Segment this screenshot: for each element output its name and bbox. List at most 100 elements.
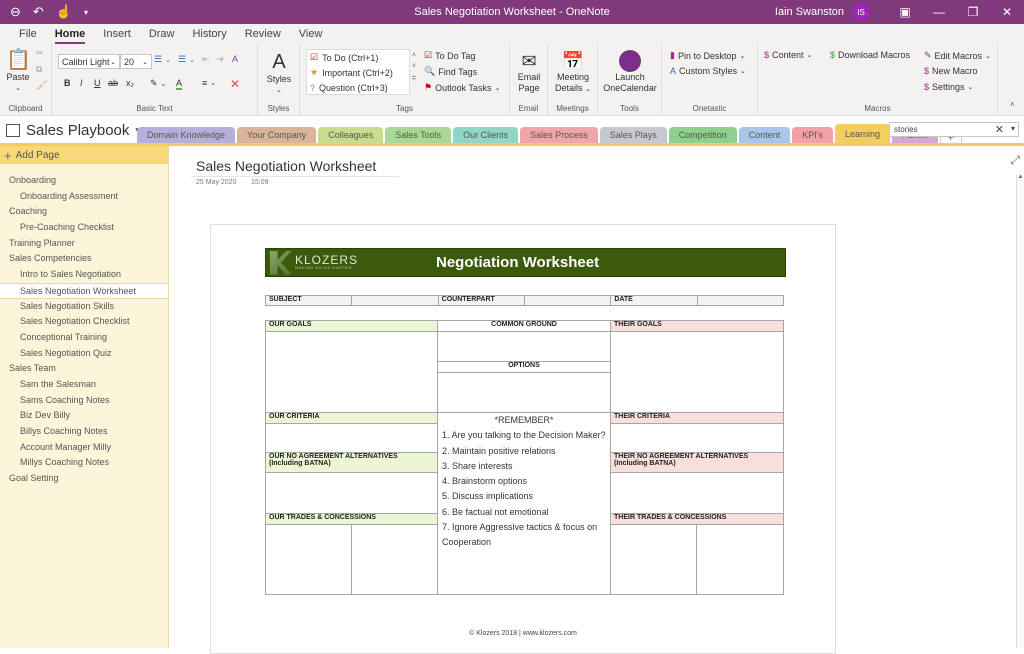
their-criteria-header: THEIR CRITERIA — [610, 412, 784, 424]
menu-insert[interactable]: Insert — [94, 24, 140, 44]
decrease-indent-icon[interactable]: ⇤ — [202, 54, 210, 65]
find-tags-button[interactable]: 🔍 Find Tags — [424, 66, 477, 77]
clear-search-icon[interactable]: ✕ — [995, 123, 1004, 136]
their-goals-header: THEIR GOALS — [610, 320, 784, 332]
underline-button[interactable]: U — [94, 78, 101, 88]
font-size-select[interactable]: 20 ⌄ — [120, 54, 152, 69]
subpage-item[interactable]: Pre-Coaching Checklist — [0, 220, 168, 236]
page-item[interactable]: Training Planner — [0, 236, 168, 252]
touch-mode-icon[interactable]: ☝ — [56, 4, 72, 20]
maximize-button[interactable]: ❐ — [956, 5, 990, 19]
subpage-item[interactable]: Onboarding Assessment — [0, 189, 168, 205]
subpage-item[interactable]: Sales Negotiation Worksheet — [0, 282, 168, 299]
subpage-item[interactable]: Sales Negotiation Quiz — [0, 346, 168, 362]
search-scope-icon[interactable]: ▾ — [1011, 124, 1015, 133]
customize-qat-icon[interactable]: ▾ — [84, 8, 88, 17]
minimize-button[interactable]: — — [922, 5, 956, 19]
font-color-icon[interactable]: A — [176, 78, 183, 90]
new-macro-button[interactable]: $ New Macro — [924, 66, 978, 76]
gallery-scroll[interactable]: ˄ ˅ ≑ — [411, 52, 417, 82]
menu-history[interactable]: History — [183, 24, 235, 44]
full-page-view-icon[interactable]: ⤢ — [1010, 153, 1020, 168]
tag-todo[interactable]: ☑ To Do (Ctrl+1) — [307, 50, 409, 65]
align-icon[interactable]: ≡ ⌄ — [202, 78, 216, 88]
page-item[interactable]: Onboarding — [0, 173, 168, 189]
increase-indent-icon[interactable]: ⇥ — [216, 54, 224, 65]
page-time: 15:09 — [251, 179, 269, 186]
section-tab[interactable]: Competition — [668, 127, 737, 144]
italic-button[interactable]: I — [80, 78, 83, 88]
section-tab[interactable]: Sales Plays — [599, 127, 667, 144]
page-item[interactable]: Goal Setting — [0, 471, 168, 487]
settings-button[interactable]: $ Settings ⌄ — [924, 82, 973, 92]
subpage-item[interactable]: Sales Negotiation Skills — [0, 299, 168, 315]
clear-formatting-icon[interactable]: A — [232, 54, 238, 64]
page-item[interactable]: Sales Team — [0, 361, 168, 377]
paste-button[interactable]: 📋 Paste ⌄ — [6, 48, 31, 94]
subpage-item[interactable]: Sam the Salesman — [0, 377, 168, 393]
subscript-button[interactable]: x₂ — [126, 78, 134, 88]
vertical-scrollbar[interactable]: ▲ — [1016, 174, 1024, 648]
subpage-item[interactable]: Biz Dev Billy — [0, 408, 168, 424]
font-name-select[interactable]: Calibri Light ⌄ — [58, 54, 120, 69]
section-tab[interactable]: Sales Tools — [385, 127, 452, 144]
pin-to-desktop-button[interactable]: ▮ Pin to Desktop ⌄ — [670, 50, 745, 61]
section-tab[interactable]: Sales Process — [520, 127, 598, 144]
clear-icon[interactable]: ✕ — [230, 77, 240, 91]
section-tab[interactable]: KPI's — [792, 127, 834, 144]
section-tab[interactable]: Your Company — [237, 127, 317, 144]
subpage-item[interactable]: Millys Coaching Notes — [0, 455, 168, 471]
subpage-item[interactable]: Intro to Sales Negotiation — [0, 267, 168, 283]
menu-file[interactable]: File — [10, 24, 46, 44]
ribbon-display-icon[interactable]: ▣ — [888, 5, 922, 19]
close-button[interactable]: ✕ — [990, 5, 1024, 19]
bullets-icon[interactable]: ☰ ⌄ — [154, 54, 171, 65]
edit-macros-button[interactable]: ✎ Edit Macros ⌄ — [924, 50, 991, 61]
search-input[interactable]: stories ✕ ▾ — [889, 122, 1019, 137]
styles-button[interactable]: A Styles ⌄ — [264, 50, 294, 96]
section-tab[interactable]: Domain Knowledge — [137, 127, 236, 144]
copy-icon[interactable]: ⧉ — [36, 64, 42, 75]
subpage-item[interactable]: Billys Coaching Notes — [0, 424, 168, 440]
avatar[interactable]: IS — [852, 3, 870, 21]
download-macros-button[interactable]: $ Download Macros — [830, 50, 910, 60]
section-tab[interactable]: Learning — [835, 124, 891, 144]
tag-question[interactable]: ? Question (Ctrl+3) — [307, 80, 409, 95]
section-tab[interactable]: Content — [738, 127, 791, 144]
add-page-button[interactable]: + Add Page — [0, 146, 168, 164]
bold-button[interactable]: B — [64, 78, 71, 88]
menu-home[interactable]: Home — [46, 24, 95, 44]
collapse-ribbon-icon[interactable]: ˄ — [1010, 100, 1015, 109]
content-button[interactable]: $ Content ⌄ — [764, 50, 812, 60]
launch-onecalendar-button[interactable]: Launch OneCalendar — [602, 50, 658, 94]
notebook-picker[interactable]: Sales Playbook ▾ — [6, 122, 140, 139]
page-item[interactable]: Sales Competencies — [0, 251, 168, 267]
page-title[interactable]: Sales Negotiation Worksheet — [196, 158, 376, 174]
custom-styles-button[interactable]: A Custom Styles ⌄ — [670, 66, 746, 76]
subpage-item[interactable]: Conceptional Training — [0, 330, 168, 346]
user-name[interactable]: Iain Swanston — [775, 6, 844, 18]
scroll-up-icon[interactable]: ▲ — [1017, 174, 1024, 180]
meeting-details-button[interactable]: 📅 Meeting Details ⌄ — [552, 50, 594, 95]
email-page-button[interactable]: ✉ Email Page — [514, 50, 544, 94]
menu-draw[interactable]: Draw — [140, 24, 184, 44]
section-tab[interactable]: Our Clients — [453, 127, 519, 144]
cut-icon[interactable]: ✂ — [36, 48, 44, 59]
numbering-icon[interactable]: ☰ ⌄ — [178, 54, 195, 65]
tags-gallery[interactable]: ☑ To Do (Ctrl+1) ★ Important (Ctrl+2) ? Que… — [306, 49, 410, 95]
undo-icon[interactable]: ↶ — [33, 4, 44, 20]
section-tab[interactable]: Colleagues — [318, 127, 384, 144]
tag-important[interactable]: ★ Important (Ctrl+2) — [307, 65, 409, 80]
menu-review[interactable]: Review — [236, 24, 290, 44]
menu-view[interactable]: View — [290, 24, 332, 44]
subpage-item[interactable]: Sales Negotiation Checklist — [0, 314, 168, 330]
format-painter-icon[interactable]: 🖌 — [36, 80, 47, 91]
todo-tag-button[interactable]: ☑ To Do Tag — [424, 50, 475, 61]
subpage-item[interactable]: Sams Coaching Notes — [0, 393, 168, 409]
strikethrough-button[interactable]: ab — [108, 78, 118, 88]
page-item[interactable]: Coaching — [0, 204, 168, 220]
outlook-tasks-button[interactable]: ⚑ Outlook Tasks ⌄ — [424, 82, 500, 93]
back-icon[interactable]: ⊖ — [10, 4, 21, 20]
highlight-icon[interactable]: ✎ ⌄ — [150, 78, 166, 89]
subpage-item[interactable]: Account Manager Milly — [0, 440, 168, 456]
